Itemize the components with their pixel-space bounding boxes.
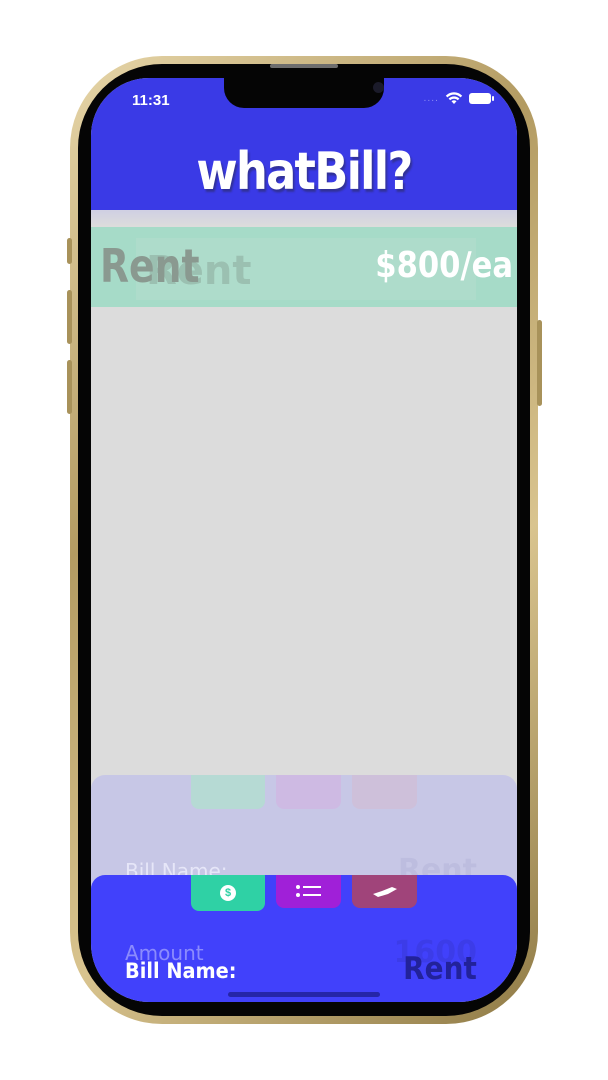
notch: [224, 78, 384, 108]
ghost-hand-button: [352, 775, 417, 809]
hand-icon: [372, 886, 397, 897]
app-screen: 11:31 .... whatBill? Rent Rent $800/ea B…: [91, 78, 517, 1002]
side-button-volume-up: [67, 290, 72, 344]
home-indicator[interactable]: [228, 992, 380, 997]
bill-amount: $800/ea: [375, 245, 513, 286]
signal-dots: ....: [423, 93, 439, 104]
money-icon: $: [220, 885, 236, 901]
bottom-sheet: $ Amount 1600 Bill Name: Rent: [91, 875, 517, 1002]
status-icons: ....: [423, 92, 494, 105]
side-button-power: [537, 320, 542, 406]
side-button-mute: [67, 238, 72, 264]
hand-button[interactable]: [352, 875, 417, 908]
bill-name-label: Bill Name:: [125, 959, 237, 983]
ghost-list-button: [276, 775, 341, 809]
battery-icon: [469, 93, 494, 104]
list-button[interactable]: [276, 875, 341, 908]
camera-icon: [373, 82, 384, 93]
header-divider: [91, 210, 517, 226]
bill-name: Rent: [100, 239, 200, 293]
app-title: whatBill?: [196, 142, 413, 202]
ghost-money-button: [191, 775, 265, 809]
wifi-icon: [445, 92, 463, 104]
bill-row[interactable]: Rent Rent $800/ea: [91, 227, 517, 307]
side-button-volume-down: [67, 360, 72, 414]
money-button[interactable]: $: [191, 875, 265, 911]
bill-name-value[interactable]: Rent: [403, 951, 477, 987]
speaker-grille: [270, 64, 338, 68]
list-icon: [295, 884, 321, 897]
status-time: 11:31: [132, 92, 170, 109]
